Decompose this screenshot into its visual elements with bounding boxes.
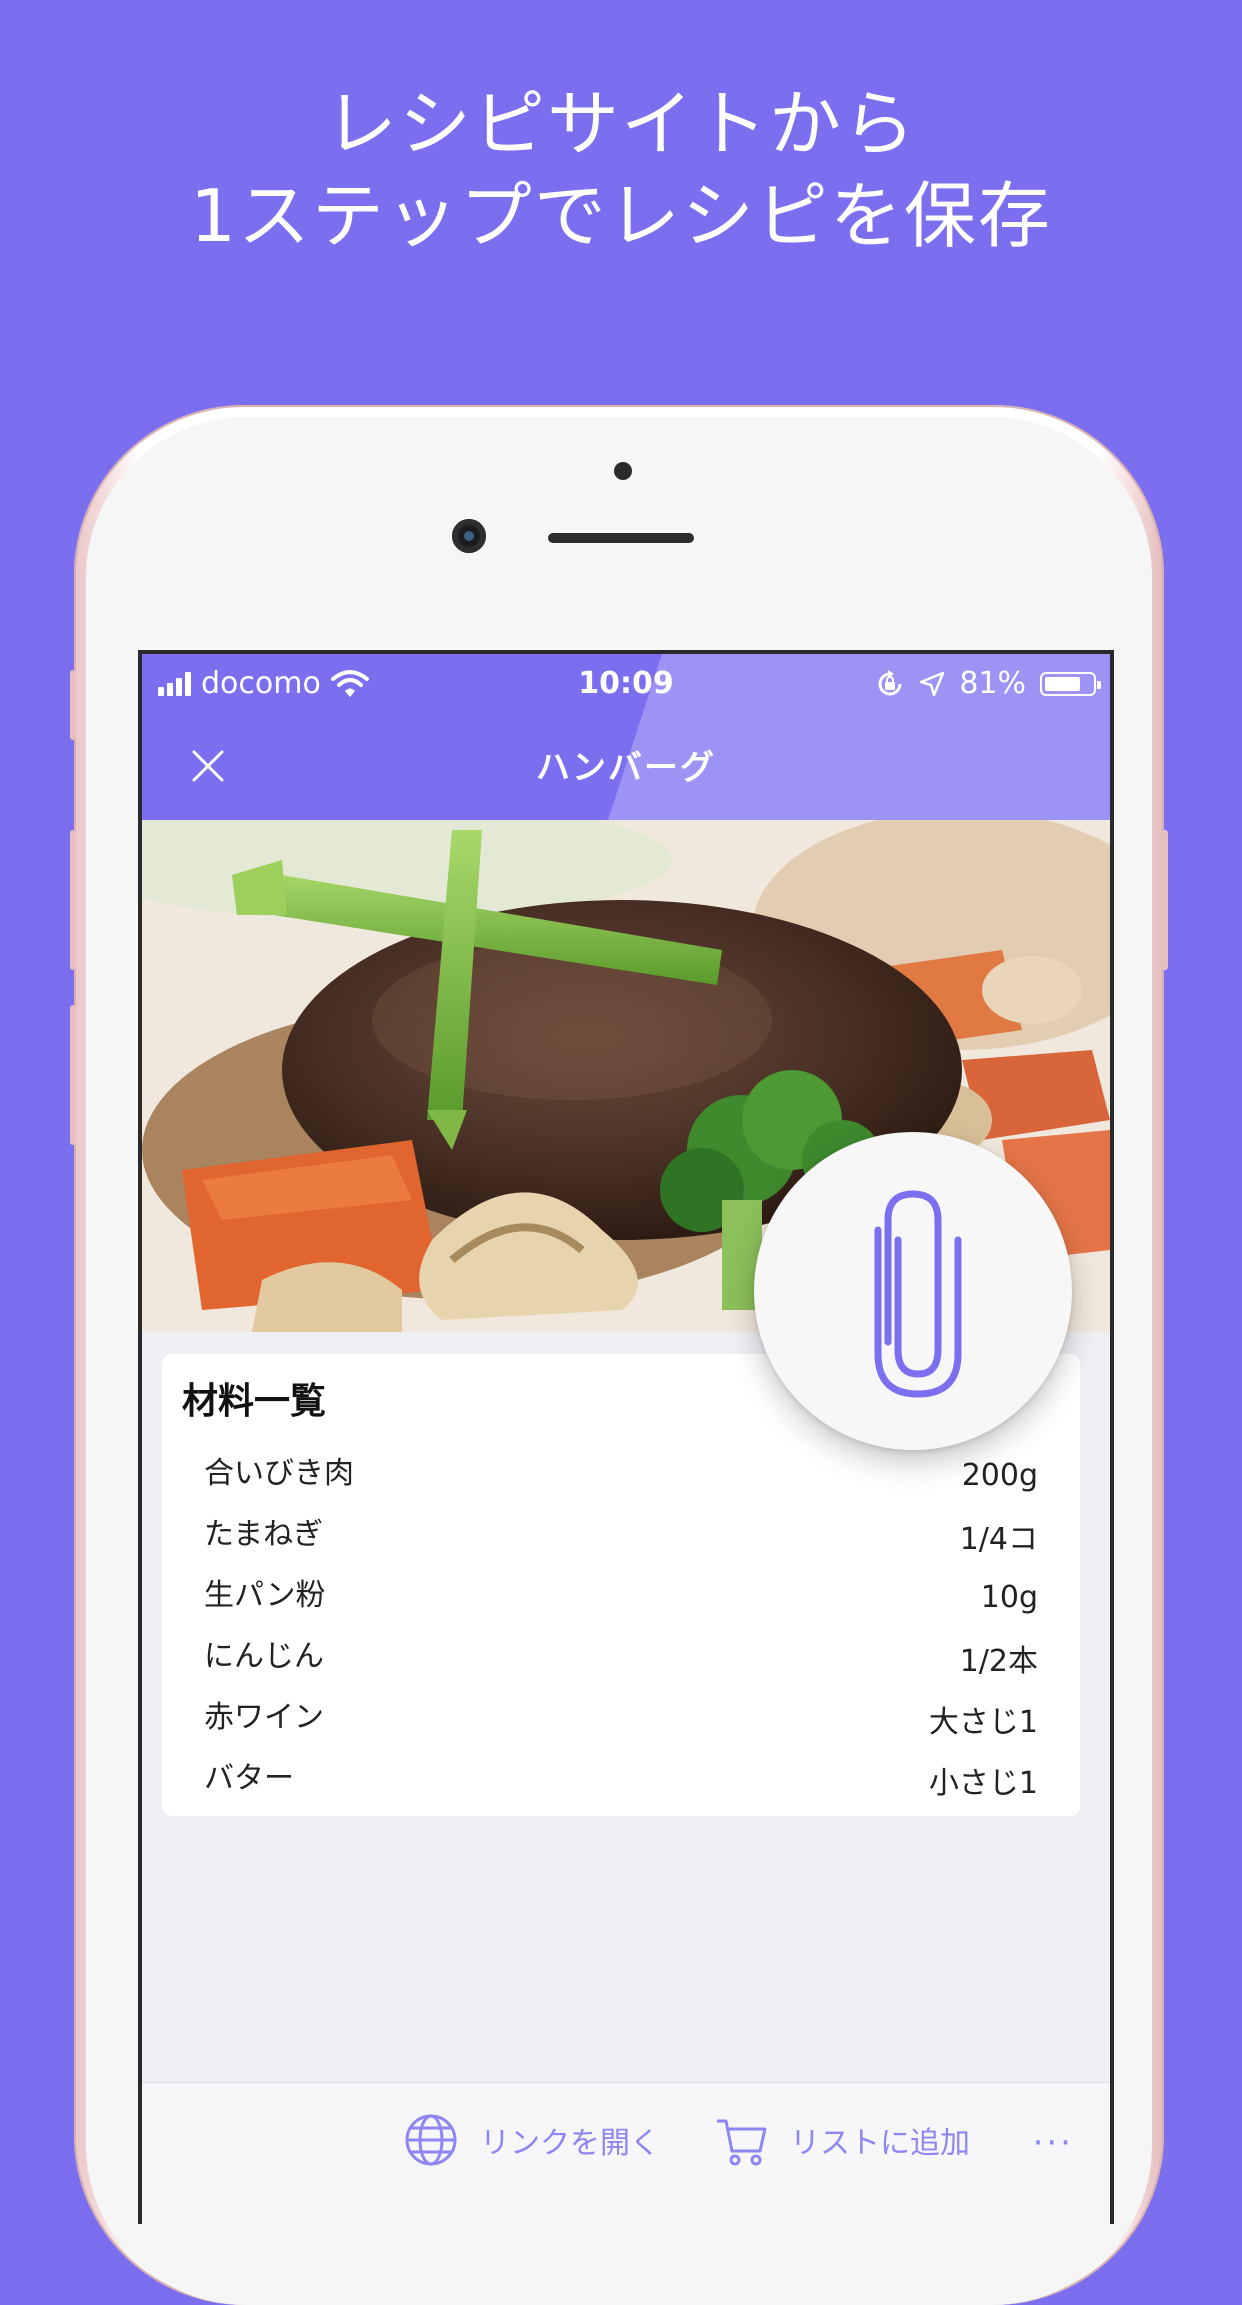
- ingredient-amount: 10g: [980, 1579, 1038, 1615]
- list-item: たまねぎ 1/4コ: [204, 1501, 1038, 1561]
- add-to-list-button[interactable]: リストに追加: [714, 2113, 970, 2167]
- ingredient-name: たまねぎ: [204, 1517, 324, 1552]
- open-link-label: リンクを開く: [480, 2126, 660, 2161]
- headline: レシピサイトから 1ステップでレシピを保存: [0, 78, 1242, 262]
- add-to-list-label: リストに追加: [790, 2126, 970, 2161]
- list-item: 赤ワイン 大さじ1: [204, 1684, 1038, 1744]
- ingredient-amount: 小さじ1: [928, 1766, 1038, 1801]
- ingredient-name: バター: [204, 1761, 294, 1796]
- clip-save-button[interactable]: [754, 1132, 1072, 1450]
- earpiece-speaker: [548, 533, 694, 543]
- list-item: 生パン粉 10g: [204, 1562, 1038, 1622]
- headline-line-2: 1ステップでレシピを保存: [190, 174, 1052, 258]
- app-screen: docomo 10:09 81% ハンバーグ 材料一覧 合いびき肉 200g た…: [138, 650, 1114, 2224]
- front-camera: [452, 519, 486, 553]
- more-button[interactable]: ···: [1033, 2123, 1074, 2163]
- cart-icon: [717, 2119, 767, 2166]
- headline-line-1: レシピサイトから: [324, 82, 917, 166]
- ingredient-name: 生パン粉: [204, 1578, 326, 1613]
- ingredient-name: 赤ワイン: [204, 1700, 324, 1735]
- open-link-button[interactable]: リンクを開く: [404, 2113, 660, 2167]
- ingredient-amount: 200g: [961, 1457, 1038, 1493]
- screen-glare: [608, 654, 1110, 820]
- ingredient-amount: 大さじ1: [928, 1705, 1038, 1740]
- ingredient-name: 合いびき肉: [204, 1456, 354, 1491]
- volume-up-button: [70, 830, 76, 970]
- list-item: バター 小さじ1: [204, 1745, 1038, 1805]
- globe-icon: [405, 2114, 457, 2166]
- bottom-toolbar: リンクを開く リストに追加 ···: [142, 2082, 1110, 2224]
- proximity-sensor: [614, 462, 632, 480]
- ingredients-title: 材料一覧: [182, 1381, 327, 1422]
- volume-down-button: [70, 1005, 76, 1145]
- ingredient-amount: 1/2本: [959, 1644, 1038, 1679]
- mute-switch: [70, 670, 76, 740]
- list-item: にんじん 1/2本: [204, 1623, 1038, 1683]
- ingredient-name: にんじん: [204, 1639, 324, 1674]
- ingredient-amount: 1/4コ: [959, 1522, 1038, 1557]
- paperclip-icon: [874, 1190, 962, 1398]
- power-button: [1162, 830, 1168, 970]
